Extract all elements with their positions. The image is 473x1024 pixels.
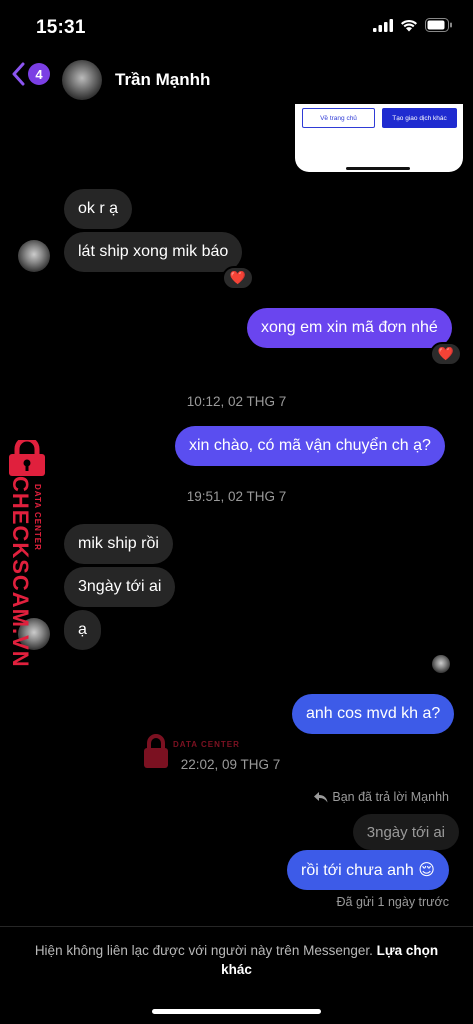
contact-avatar-small[interactable] bbox=[18, 240, 50, 272]
status-bar: 15:31 bbox=[0, 0, 473, 52]
contact-name[interactable]: Trần Mạnhh bbox=[115, 70, 210, 90]
heart-reaction[interactable]: ❤️ bbox=[222, 266, 254, 290]
message-outgoing[interactable]: anh cos mvd kh a? bbox=[292, 694, 455, 734]
lock-icon bbox=[9, 440, 45, 476]
status-icons bbox=[373, 18, 453, 32]
battery-icon bbox=[425, 18, 452, 32]
watermark-logo: CHECKSCAM.VN DATA CENTER bbox=[3, 440, 53, 668]
message-outgoing[interactable]: xong em xin mã đơn nhé bbox=[247, 308, 452, 348]
wifi-icon bbox=[401, 19, 417, 31]
shared-image-home-indicator bbox=[346, 167, 410, 170]
shared-image[interactable]: Về trang chủ Tạo giao dịch khác bbox=[295, 104, 463, 172]
message-outgoing[interactable]: rồi tới chưa anh 😌 bbox=[287, 850, 449, 890]
sent-status: Đã gửi 1 ngày trước bbox=[336, 895, 449, 909]
message-incoming[interactable]: mik ship rồi bbox=[64, 524, 173, 564]
status-time: 15:31 bbox=[36, 17, 86, 38]
footer-notice-text: Hiện không liên lạc được với người này t… bbox=[34, 943, 373, 958]
shared-image-new-transaction-button: Tạo giao dịch khác bbox=[382, 108, 457, 128]
back-button[interactable]: 4 bbox=[12, 62, 50, 86]
reply-note: Bạn đã trả lời Mạnhh bbox=[314, 790, 449, 804]
home-indicator[interactable] bbox=[152, 1009, 321, 1014]
timestamp: 22:02, 09 THG 7 bbox=[180, 757, 281, 772]
message-incoming[interactable]: ạ bbox=[64, 610, 101, 650]
signal-icon bbox=[373, 18, 393, 32]
chevron-left-icon bbox=[12, 62, 25, 86]
reply-icon bbox=[314, 791, 328, 802]
chat-header: 4 Trần Mạnhh bbox=[0, 56, 473, 104]
watermark-sub: DATA CENTER bbox=[33, 484, 42, 551]
reply-note-text: Bạn đã trả lời Mạnhh bbox=[332, 790, 449, 804]
quoted-message[interactable]: 3ngày tới ai bbox=[352, 814, 459, 850]
message-incoming[interactable]: 3ngày tới ai bbox=[64, 567, 176, 607]
shared-image-home-button: Về trang chủ bbox=[302, 108, 375, 128]
unread-count-badge: 4 bbox=[28, 63, 50, 85]
message-incoming[interactable]: ok r ạ bbox=[64, 189, 133, 229]
timestamp: 10:12, 02 THG 7 bbox=[186, 394, 287, 409]
contact-avatar[interactable] bbox=[62, 60, 102, 100]
timestamp: 19:51, 02 THG 7 bbox=[186, 489, 287, 504]
message-outgoing[interactable]: xin chào, có mã vận chuyển ch ạ? bbox=[175, 426, 445, 466]
watermark-brand: CHECKSCAM.VN bbox=[8, 476, 33, 668]
heart-reaction[interactable]: ❤️ bbox=[430, 342, 462, 366]
watermark-faded-sub: DATA CENTER bbox=[173, 740, 240, 749]
seen-avatar bbox=[432, 655, 450, 673]
footer-notice: Hiện không liên lạc được với người này t… bbox=[0, 926, 473, 1024]
message-incoming[interactable]: lát ship xong mik báo bbox=[64, 232, 243, 272]
footer-text: Hiện không liên lạc được với người này t… bbox=[20, 941, 453, 979]
